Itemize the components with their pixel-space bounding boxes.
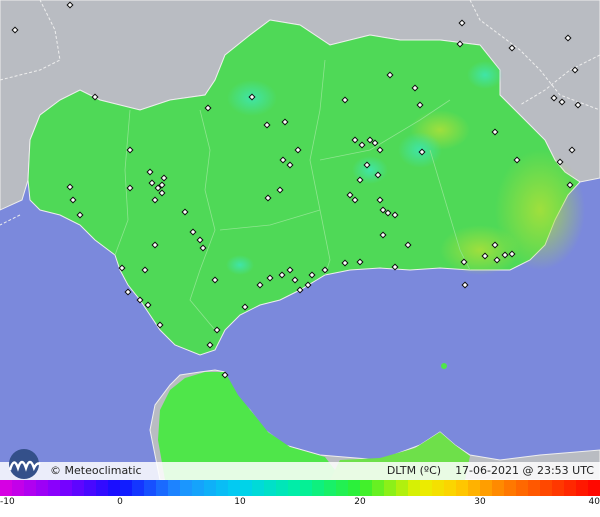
scale-cell [480, 480, 493, 496]
scale-cell [432, 480, 445, 496]
scale-cell [576, 480, 589, 496]
scale-cell [144, 480, 157, 496]
scale-cell [132, 480, 145, 496]
scale-cell [300, 480, 313, 496]
warm-area [440, 225, 520, 275]
scale-cell [216, 480, 229, 496]
scale-cell [108, 480, 121, 496]
scale-cell [408, 480, 421, 496]
scale-cell [72, 480, 85, 496]
scale-cell [48, 480, 61, 496]
scale-cell [96, 480, 109, 496]
date-label: 17-06-2021 @ 23:53 UTC [455, 464, 594, 477]
scale-tick-label: 0 [117, 497, 123, 507]
scale-cell [420, 480, 433, 496]
alboran-island [441, 363, 447, 369]
scale-cell [564, 480, 577, 496]
temperature-scale [0, 480, 600, 496]
scale-cell [504, 480, 517, 496]
scale-cell [540, 480, 553, 496]
scale-tick-label: 10 [234, 497, 246, 507]
scale-cell [36, 480, 49, 496]
scale-cell [120, 480, 133, 496]
scale-tick-label: 30 [474, 497, 486, 507]
scale-cell [360, 480, 373, 496]
scale-cell [24, 480, 37, 496]
scale-cell [240, 480, 253, 496]
temperature-map [0, 0, 600, 480]
scale-cell [324, 480, 337, 496]
scale-tick-label: 40 [588, 497, 600, 507]
scale-cell [552, 480, 565, 496]
scale-cell [348, 480, 361, 496]
credit-text[interactable]: © Meteoclimatic [50, 464, 142, 477]
scale-cell [528, 480, 541, 496]
scale-cell [84, 480, 97, 496]
scale-cell [336, 480, 349, 496]
scale-cell [468, 480, 481, 496]
scale-tick-label: -10 [0, 497, 15, 507]
scale-cell [492, 480, 505, 496]
scale-cell [312, 480, 325, 496]
scale-cell [288, 480, 301, 496]
scale-cell [204, 480, 217, 496]
scale-ticks: -10 0 10 20 30 40 [0, 497, 600, 511]
scale-cell [12, 480, 25, 496]
scale-cell [384, 480, 397, 496]
cool-area [226, 255, 254, 275]
scale-cell [168, 480, 181, 496]
scale-cell [180, 480, 193, 496]
scale-cell [396, 480, 409, 496]
scale-cell [456, 480, 469, 496]
variable-label: DLTM (ºC) [386, 464, 442, 477]
scale-cell [264, 480, 277, 496]
scale-cell [228, 480, 241, 496]
scale-cell [0, 480, 13, 496]
cool-area [467, 61, 503, 89]
meteoclimatic-logo-icon[interactable] [4, 448, 44, 480]
scale-cell [588, 480, 600, 496]
map-footer: © Meteoclimatic DLTM (ºC) 17-06-2021 @ 2… [0, 462, 600, 480]
scale-cell [372, 480, 385, 496]
scale-tick-label: 20 [354, 497, 366, 507]
scale-cell [156, 480, 169, 496]
scale-cell [516, 480, 529, 496]
cool-area [398, 132, 442, 168]
scale-cell [444, 480, 457, 496]
scale-cell [252, 480, 265, 496]
map-info: DLTM (ºC) 17-06-2021 @ 23:53 UTC [387, 464, 594, 477]
scale-cell [60, 480, 73, 496]
scale-cell [276, 480, 289, 496]
scale-cell [192, 480, 205, 496]
